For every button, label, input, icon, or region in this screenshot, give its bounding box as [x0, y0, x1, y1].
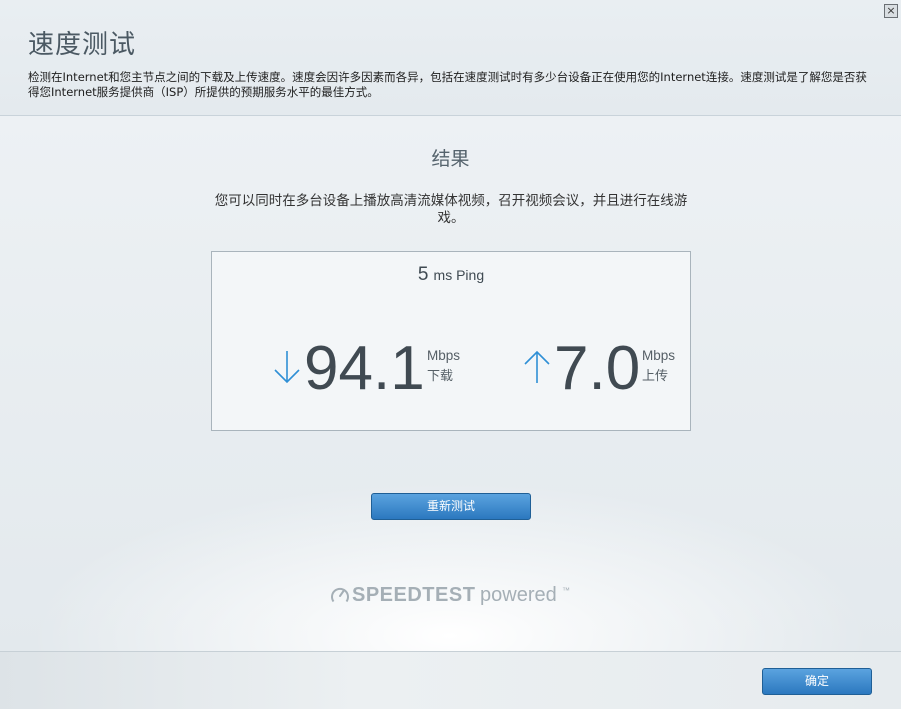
header: 速度测试 检测在Internet和您主节点之间的下载及上传速度。速度会因许多因素… [0, 0, 901, 116]
close-icon: × [886, 4, 896, 17]
retest-button[interactable]: 重新测试 [371, 493, 531, 520]
result-description: 您可以同时在多台设备上播放高清流媒体视频，召开视频会议，并且进行在线游戏。 [214, 193, 688, 226]
trademark-mark: ™ [562, 586, 570, 595]
arrow-up-icon [524, 350, 550, 383]
arrow-down-icon [274, 351, 300, 384]
ping-unit: ms Ping [433, 267, 485, 283]
powered-text: powered [480, 584, 557, 606]
ok-button[interactable]: 确定 [762, 668, 872, 695]
page-description: 检测在Internet和您主节点之间的下载及上传速度。速度会因许多因素而各异，包… [28, 70, 867, 99]
speedtest-brand-text: SPEEDTEST [352, 584, 476, 606]
page-title: 速度测试 [28, 30, 137, 60]
download-label: 下载 [427, 369, 454, 384]
upload-speed-value: 7.0 [554, 334, 641, 403]
download-speed-unit: Mbps [427, 348, 461, 363]
speedometer-icon [331, 587, 349, 603]
ping-value: 5 [417, 264, 429, 285]
upload-speed-unit: Mbps [642, 348, 676, 363]
ping-readout: 5 ms Ping [212, 264, 690, 286]
result-title: 结果 [431, 148, 470, 170]
results-panel: 5 ms Ping 94.1 Mbps 下载 7.0 Mbps 上传 [211, 251, 691, 431]
download-speed-value: 94.1 [304, 334, 425, 403]
upload-label: 上传 [642, 369, 669, 384]
close-button[interactable]: × [884, 4, 898, 18]
